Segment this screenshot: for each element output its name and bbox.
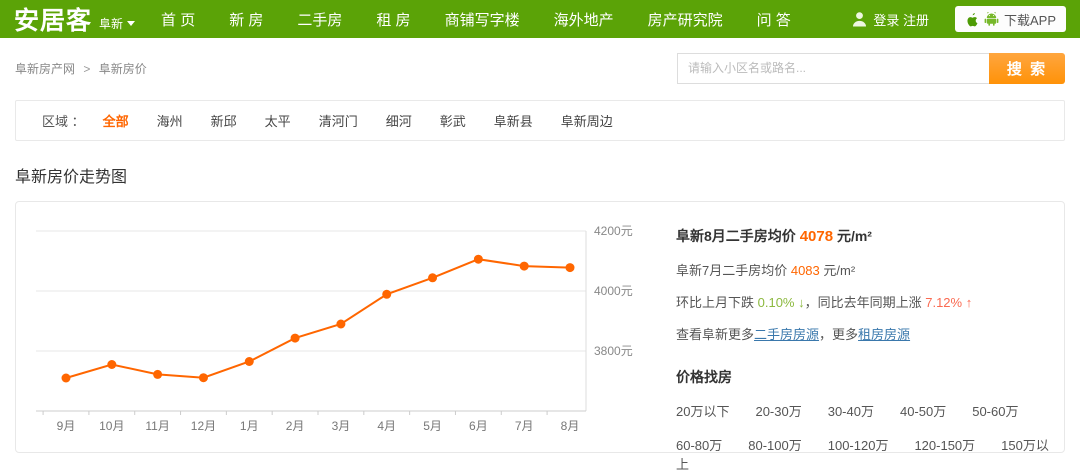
current-month-price: 阜新8月二手房均价 4078 元/m² [676, 226, 1064, 246]
region-filter-label: 区域 ： [42, 111, 85, 130]
apple-icon [965, 12, 979, 27]
ershoufang-link[interactable]: 二手房房源 [754, 327, 819, 342]
anjuke-logo[interactable]: 安居客 [14, 1, 92, 37]
price-range-option[interactable]: 80-100万 [748, 438, 801, 453]
svg-text:3月: 3月 [332, 419, 351, 433]
price-change-line: 环比上月下跌 0.10% ↓，同比去年同期上涨 7.12% ↑ [676, 292, 1064, 311]
nav-item[interactable]: 二手房 [297, 9, 342, 30]
main-nav: 首 页 新 房 二手房 租 房 商铺写字楼 海外地产 房产研究院 问 答 [161, 9, 825, 30]
nav-item[interactable]: 商铺写字楼 [445, 9, 520, 30]
svg-text:10月: 10月 [99, 419, 124, 433]
user-icon [852, 11, 867, 27]
price-range-option[interactable]: 120-150万 [914, 438, 975, 453]
more-listings-line: 查看阜新更多二手房房源，更多租房房源 [676, 324, 1064, 343]
chart-area: 4200元 4000元 3800元 9月 10月 11月 12月 1月 2月 3月 4月 5月 6月 7月… [16, 202, 676, 452]
svg-text:7月: 7月 [515, 419, 534, 433]
region-option[interactable]: 清河门 [319, 111, 358, 130]
breadcrumb: 阜新房产网 > 阜新房价 [15, 60, 147, 77]
price-range-row-1: 20万以下 20-30万 30-40万 40-50万 50-60万 [676, 401, 1064, 420]
price-range-row-2: 60-80万80-100万100-120万120-150万150万以上 [676, 435, 1064, 473]
search-input[interactable] [677, 53, 989, 84]
region-option[interactable]: 阜新县 [494, 111, 533, 130]
nav-right: 登录 注册 下载APP [852, 6, 1066, 32]
region-option[interactable]: 海州 [157, 111, 183, 130]
zufang-link[interactable]: 租房房源 [858, 327, 910, 342]
city-name: 阜新 [99, 15, 123, 32]
mom-change-value: 0.10% ↓ [758, 295, 805, 310]
region-options: 全部 海州 新邱 太平 清河门 细河 彰武 阜新县 阜新周边 [103, 111, 641, 130]
breadcrumb-current: 阜新房价 [99, 62, 147, 76]
current-price-value: 4078 [800, 228, 833, 245]
top-navbar: 安居客 阜新 首 页 新 房 二手房 租 房 商铺写字楼 海外地产 房产研究院 问 答 登录 … [0, 0, 1080, 38]
nav-item[interactable]: 新 房 [229, 9, 263, 30]
svg-text:2月: 2月 [286, 419, 305, 433]
nav-item[interactable]: 问 答 [757, 9, 791, 30]
login-register[interactable]: 登录 注册 [852, 10, 929, 29]
region-option[interactable]: 新邱 [211, 111, 237, 130]
region-option[interactable]: 全部 [103, 111, 129, 130]
breadcrumb-separator: > [83, 62, 90, 76]
nav-item[interactable]: 租 房 [376, 9, 410, 30]
nav-item[interactable]: 首 页 [161, 9, 195, 30]
svg-text:1月: 1月 [240, 419, 259, 433]
svg-text:6月: 6月 [469, 419, 488, 433]
download-app-label: 下载APP [1004, 10, 1056, 29]
price-trend-card: 4200元 4000元 3800元 9月 10月 11月 12月 1月 2月 3月 4月 5月 6月 7月… [15, 201, 1065, 453]
caret-down-icon [127, 21, 135, 26]
nav-item[interactable]: 海外地产 [554, 9, 614, 30]
svg-text:9月: 9月 [57, 419, 76, 433]
search-box: 搜 索 [677, 53, 1065, 84]
region-option[interactable]: 彰武 [440, 111, 466, 130]
price-range-option[interactable]: 60-80万 [676, 438, 722, 453]
svg-text:4000元: 4000元 [594, 284, 633, 298]
previous-month-price: 阜新7月二手房均价 4083 元/m² [676, 260, 1064, 279]
download-app-button[interactable]: 下载APP [955, 6, 1066, 32]
region-option[interactable]: 阜新周边 [561, 111, 613, 130]
svg-text:11月: 11月 [145, 419, 169, 433]
region-option[interactable]: 细河 [386, 111, 412, 130]
search-button[interactable]: 搜 索 [989, 53, 1065, 84]
svg-text:3800元: 3800元 [594, 344, 633, 358]
svg-text:5月: 5月 [423, 419, 442, 433]
page-title: 阜新房价走势图 [15, 163, 1065, 187]
price-range-option[interactable]: 100-120万 [828, 438, 889, 453]
price-range-option[interactable]: 20万以下 [676, 404, 729, 419]
svg-text:12月: 12月 [191, 419, 216, 433]
price-range-option[interactable]: 40-50万 [900, 404, 946, 419]
price-summary-panel: 阜新8月二手房均价 4078 元/m² 阜新7月二手房均价 4083 元/m² … [676, 202, 1064, 452]
nav-item[interactable]: 房产研究院 [648, 9, 723, 30]
previous-price-value: 4083 [791, 263, 820, 278]
price-search-title: 价格找房 [676, 367, 1064, 387]
breadcrumb-home-link[interactable]: 阜新房产网 [15, 62, 75, 76]
price-range-option[interactable]: 20-30万 [755, 404, 801, 419]
city-selector[interactable]: 阜新 [99, 15, 135, 32]
svg-text:4月: 4月 [377, 419, 396, 433]
price-range-option[interactable]: 50-60万 [972, 404, 1018, 419]
price-range-option[interactable]: 30-40万 [828, 404, 874, 419]
android-icon [984, 12, 999, 26]
region-filter-bar: 区域 ： 全部 海州 新邱 太平 清河门 细河 彰武 阜新县 阜新周边 [15, 100, 1065, 141]
login-register-label: 登录 注册 [873, 10, 929, 29]
svg-text:4200元: 4200元 [594, 224, 633, 238]
yoy-change-value: 7.12% ↑ [925, 295, 972, 310]
breadcrumb-search-row: 阜新房产网 > 阜新房价 搜 索 [0, 42, 1080, 94]
price-trend-chart: 4200元 4000元 3800元 9月 10月 11月 12月 1月 2月 3月 4月 5月 6月 7月… [36, 204, 676, 444]
svg-text:8月: 8月 [561, 419, 580, 433]
region-option[interactable]: 太平 [265, 111, 291, 130]
